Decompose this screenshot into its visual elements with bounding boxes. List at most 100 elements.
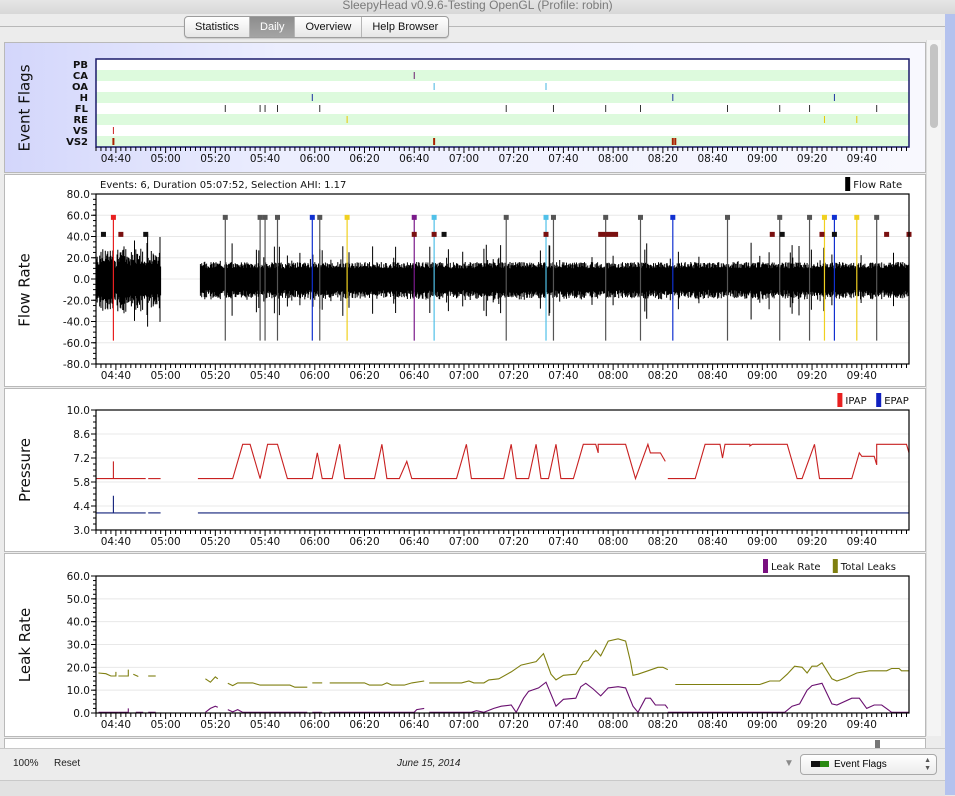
x-tick-label: 06:00 — [300, 719, 330, 731]
x-tick-label: 08:00 — [598, 370, 628, 382]
flag-row-band — [96, 114, 909, 125]
legend-label: IPAP — [845, 396, 866, 407]
total-leaks-line — [205, 676, 219, 683]
x-tick-label: 09:00 — [747, 153, 777, 165]
flag-row-label: VS2 — [66, 137, 88, 148]
flow-span-marker — [543, 231, 549, 237]
y-tick-label: 40.0 — [67, 232, 90, 244]
leak-rate-line — [329, 707, 425, 713]
pressure-panel: Pressure 10.0 8.6 7.2 5.8 4.4 3.0 EPAP IPAP 04:4… — [4, 388, 926, 552]
x-tick-label: 06:20 — [349, 370, 379, 382]
tab-help-browser[interactable]: Help Browser — [362, 17, 448, 37]
x-tick-label: 08:40 — [697, 536, 727, 548]
x-tick-label: 05:00 — [150, 536, 180, 548]
x-tick-label: 06:40 — [399, 536, 429, 548]
flag-row-band — [96, 81, 909, 92]
y-tick-label: 5.8 — [73, 477, 90, 489]
x-tick-label: 07:20 — [499, 719, 529, 731]
x-tick-label: 07:20 — [499, 370, 529, 382]
x-tick-label: 05:00 — [150, 719, 180, 731]
legend-label: Leak Rate — [771, 562, 821, 573]
x-tick-label: 06:20 — [349, 153, 379, 165]
flag-row-band — [96, 70, 909, 81]
y-tick-label: -40.0 — [63, 317, 90, 329]
flow-span-marker — [779, 231, 785, 237]
x-tick-label: 08:20 — [648, 370, 678, 382]
flag-row-band — [96, 136, 909, 147]
ipap-line — [667, 443, 910, 480]
x-tick-label: 07:00 — [449, 719, 479, 731]
x-tick-label: 04:40 — [101, 370, 131, 382]
x-tick-label: 04:40 — [101, 536, 131, 548]
x-tick-label: 09:00 — [747, 719, 777, 731]
x-tick-label: 05:20 — [200, 536, 230, 548]
y-tick-label: 3.0 — [73, 525, 90, 537]
x-tick-label: 09:40 — [847, 719, 877, 731]
x-tick-label: 06:00 — [300, 536, 330, 548]
graphs-scrollbar[interactable] — [926, 40, 941, 736]
flow-event-marker — [309, 214, 315, 220]
footer-bar: 100% Reset June 15, 2014 ▼ Event Flags ▲… — [0, 748, 945, 779]
flow-span-marker — [831, 231, 837, 237]
flow-event-marker — [854, 214, 860, 220]
flow-rate-graph[interactable]: 80.060.040.020.00.0-20.0-40.0-60.0-80.0F… — [5, 175, 925, 386]
tab-divider — [0, 26, 945, 27]
scrollbar-thumb[interactable] — [930, 44, 938, 128]
ipap-line — [197, 442, 666, 481]
tab-overview[interactable]: Overview — [295, 17, 363, 37]
x-tick-label: 08:00 — [598, 153, 628, 165]
x-tick-label: 06:00 — [300, 370, 330, 382]
total-leaks-line — [227, 682, 308, 688]
total-leaks-line — [133, 673, 139, 677]
leak-rate-line — [667, 682, 909, 713]
event-flags-graph[interactable]: PBCAOAHFLREVSVS2 04:40 05:00 05:20 05:40 06:0… — [5, 43, 925, 172]
tab-daily[interactable]: Daily — [250, 17, 296, 37]
flow-event-marker — [603, 214, 609, 220]
desktop-edge — [945, 14, 955, 795]
zoom-level: 100% — [13, 758, 39, 769]
flow-span-marker — [411, 231, 417, 237]
x-tick-label: 09:00 — [747, 370, 777, 382]
x-tick-label: 05:40 — [250, 719, 280, 731]
x-tick-label: 08:00 — [598, 719, 628, 731]
flow-event-marker — [874, 214, 880, 220]
y-tick-label: 10.0 — [67, 685, 90, 697]
x-tick-label: 09:40 — [847, 536, 877, 548]
ipap-line — [96, 461, 146, 480]
flag-row-band — [96, 103, 909, 114]
legend-swatch — [837, 393, 843, 407]
y-tick-label: 7.2 — [73, 453, 90, 465]
x-tick-label: 07:40 — [548, 370, 578, 382]
x-tick-label: 06:00 — [300, 153, 330, 165]
y-tick-label: 80.0 — [67, 189, 90, 201]
x-tick-label: 07:40 — [548, 536, 578, 548]
x-tick-label: 05:00 — [150, 370, 180, 382]
leak-rate-graph[interactable]: 60.050.040.030.020.010.00.0Total LeaksLe… — [5, 554, 925, 736]
graph-select-dropdown[interactable]: Event Flags ▲ ▼ — [800, 754, 937, 775]
flow-span-marker — [118, 231, 124, 237]
filter-triangle-icon[interactable]: ▼ — [784, 758, 794, 769]
flag-row-label: CA — [73, 71, 88, 82]
total-leaks-line — [98, 671, 117, 677]
x-tick-label: 09:40 — [847, 370, 877, 382]
tab-statistics[interactable]: Statistics — [185, 17, 251, 37]
flow-event-marker — [262, 214, 268, 220]
y-tick-label: 20.0 — [67, 253, 90, 265]
flow-event-marker — [550, 214, 556, 220]
flag-row-label: FL — [75, 104, 89, 115]
y-tick-label: -80.0 — [63, 359, 90, 371]
y-tick-label: 20.0 — [67, 662, 90, 674]
y-tick-label: 8.6 — [73, 429, 90, 441]
x-tick-label: 08:40 — [697, 719, 727, 731]
y-tick-label: 0.0 — [73, 708, 90, 720]
flow-event-marker — [637, 214, 643, 220]
x-tick-label: 07:40 — [548, 719, 578, 731]
x-tick-label: 08:20 — [648, 153, 678, 165]
x-tick-label: 08:40 — [697, 370, 727, 382]
reset-button[interactable]: Reset — [54, 758, 80, 769]
flow-event-marker — [807, 214, 813, 220]
flow-event-marker — [543, 214, 549, 220]
pressure-graph[interactable]: 10.0 8.6 7.2 5.8 4.4 3.0 EPAP IPAP 04:40 05:00 05:… — [5, 389, 925, 551]
flow-event-marker — [110, 214, 116, 220]
y-tick-label: 0.0 — [73, 274, 90, 286]
